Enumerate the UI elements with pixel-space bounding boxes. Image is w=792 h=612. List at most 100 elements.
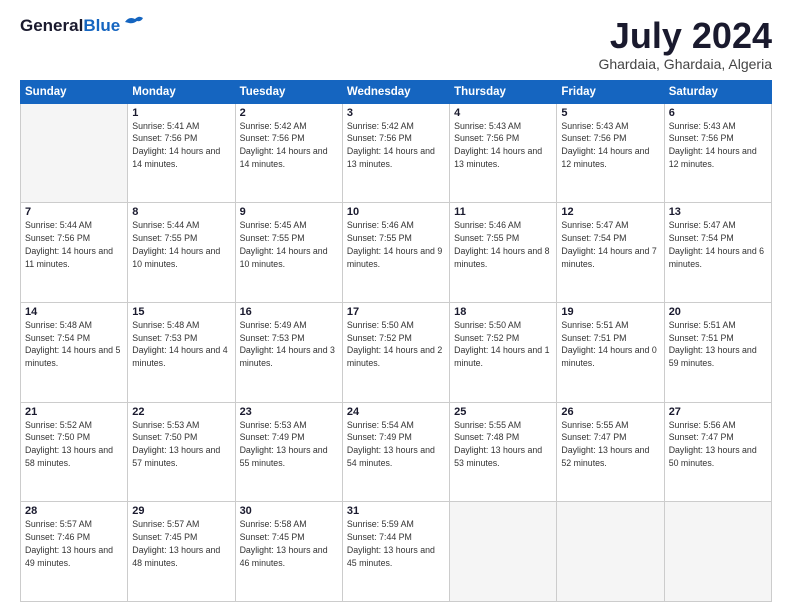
calendar-cell: 21Sunrise: 5:52 AMSunset: 7:50 PMDayligh… bbox=[21, 402, 128, 502]
day-number: 11 bbox=[454, 206, 552, 218]
calendar-week-1: 1Sunrise: 5:41 AMSunset: 7:56 PMDaylight… bbox=[21, 103, 772, 203]
day-number: 5 bbox=[561, 107, 659, 119]
location-subtitle: Ghardaia, Ghardaia, Algeria bbox=[598, 56, 772, 72]
calendar-cell: 19Sunrise: 5:51 AMSunset: 7:51 PMDayligh… bbox=[557, 302, 664, 402]
calendar-cell: 22Sunrise: 5:53 AMSunset: 7:50 PMDayligh… bbox=[128, 402, 235, 502]
day-info: Sunrise: 5:56 AMSunset: 7:47 PMDaylight:… bbox=[669, 419, 767, 470]
day-info: Sunrise: 5:49 AMSunset: 7:53 PMDaylight:… bbox=[240, 319, 338, 370]
calendar-cell: 2Sunrise: 5:42 AMSunset: 7:56 PMDaylight… bbox=[235, 103, 342, 203]
calendar-cell: 5Sunrise: 5:43 AMSunset: 7:56 PMDaylight… bbox=[557, 103, 664, 203]
logo-blue-text: Blue bbox=[83, 16, 120, 36]
day-info: Sunrise: 5:43 AMSunset: 7:56 PMDaylight:… bbox=[669, 120, 767, 171]
calendar-cell: 26Sunrise: 5:55 AMSunset: 7:47 PMDayligh… bbox=[557, 402, 664, 502]
day-info: Sunrise: 5:57 AMSunset: 7:46 PMDaylight:… bbox=[25, 518, 123, 569]
calendar-cell bbox=[21, 103, 128, 203]
calendar-cell: 24Sunrise: 5:54 AMSunset: 7:49 PMDayligh… bbox=[342, 402, 449, 502]
calendar-cell: 23Sunrise: 5:53 AMSunset: 7:49 PMDayligh… bbox=[235, 402, 342, 502]
day-number: 9 bbox=[240, 206, 338, 218]
weekday-header-row: SundayMondayTuesdayWednesdayThursdayFrid… bbox=[21, 80, 772, 103]
weekday-header-monday: Monday bbox=[128, 80, 235, 103]
day-info: Sunrise: 5:51 AMSunset: 7:51 PMDaylight:… bbox=[669, 319, 767, 370]
day-info: Sunrise: 5:43 AMSunset: 7:56 PMDaylight:… bbox=[561, 120, 659, 171]
calendar-cell: 18Sunrise: 5:50 AMSunset: 7:52 PMDayligh… bbox=[450, 302, 557, 402]
day-number: 8 bbox=[132, 206, 230, 218]
day-number: 18 bbox=[454, 306, 552, 318]
day-info: Sunrise: 5:46 AMSunset: 7:55 PMDaylight:… bbox=[454, 219, 552, 270]
day-number: 1 bbox=[132, 107, 230, 119]
day-info: Sunrise: 5:41 AMSunset: 7:56 PMDaylight:… bbox=[132, 120, 230, 171]
page: GeneralBlue July 2024 Ghardaia, Ghardaia… bbox=[0, 0, 792, 612]
calendar-cell: 11Sunrise: 5:46 AMSunset: 7:55 PMDayligh… bbox=[450, 203, 557, 303]
calendar-week-4: 21Sunrise: 5:52 AMSunset: 7:50 PMDayligh… bbox=[21, 402, 772, 502]
day-number: 23 bbox=[240, 406, 338, 418]
day-number: 4 bbox=[454, 107, 552, 119]
calendar-cell bbox=[557, 502, 664, 602]
day-info: Sunrise: 5:50 AMSunset: 7:52 PMDaylight:… bbox=[454, 319, 552, 370]
day-number: 2 bbox=[240, 107, 338, 119]
weekday-header-saturday: Saturday bbox=[664, 80, 771, 103]
day-info: Sunrise: 5:54 AMSunset: 7:49 PMDaylight:… bbox=[347, 419, 445, 470]
day-number: 7 bbox=[25, 206, 123, 218]
calendar-cell: 1Sunrise: 5:41 AMSunset: 7:56 PMDaylight… bbox=[128, 103, 235, 203]
day-info: Sunrise: 5:53 AMSunset: 7:50 PMDaylight:… bbox=[132, 419, 230, 470]
day-number: 30 bbox=[240, 505, 338, 517]
day-number: 27 bbox=[669, 406, 767, 418]
calendar-cell bbox=[664, 502, 771, 602]
calendar-cell: 12Sunrise: 5:47 AMSunset: 7:54 PMDayligh… bbox=[557, 203, 664, 303]
calendar-cell: 30Sunrise: 5:58 AMSunset: 7:45 PMDayligh… bbox=[235, 502, 342, 602]
day-number: 6 bbox=[669, 107, 767, 119]
calendar-cell: 6Sunrise: 5:43 AMSunset: 7:56 PMDaylight… bbox=[664, 103, 771, 203]
calendar-week-2: 7Sunrise: 5:44 AMSunset: 7:56 PMDaylight… bbox=[21, 203, 772, 303]
logo: GeneralBlue bbox=[20, 16, 145, 36]
calendar-week-3: 14Sunrise: 5:48 AMSunset: 7:54 PMDayligh… bbox=[21, 302, 772, 402]
day-info: Sunrise: 5:46 AMSunset: 7:55 PMDaylight:… bbox=[347, 219, 445, 270]
day-number: 22 bbox=[132, 406, 230, 418]
day-info: Sunrise: 5:47 AMSunset: 7:54 PMDaylight:… bbox=[561, 219, 659, 270]
day-number: 31 bbox=[347, 505, 445, 517]
day-info: Sunrise: 5:59 AMSunset: 7:44 PMDaylight:… bbox=[347, 518, 445, 569]
day-info: Sunrise: 5:57 AMSunset: 7:45 PMDaylight:… bbox=[132, 518, 230, 569]
calendar-cell: 31Sunrise: 5:59 AMSunset: 7:44 PMDayligh… bbox=[342, 502, 449, 602]
calendar-cell: 13Sunrise: 5:47 AMSunset: 7:54 PMDayligh… bbox=[664, 203, 771, 303]
weekday-header-friday: Friday bbox=[557, 80, 664, 103]
calendar-cell: 25Sunrise: 5:55 AMSunset: 7:48 PMDayligh… bbox=[450, 402, 557, 502]
calendar-cell: 9Sunrise: 5:45 AMSunset: 7:55 PMDaylight… bbox=[235, 203, 342, 303]
weekday-header-sunday: Sunday bbox=[21, 80, 128, 103]
day-number: 15 bbox=[132, 306, 230, 318]
day-info: Sunrise: 5:48 AMSunset: 7:54 PMDaylight:… bbox=[25, 319, 123, 370]
day-info: Sunrise: 5:51 AMSunset: 7:51 PMDaylight:… bbox=[561, 319, 659, 370]
calendar-cell: 27Sunrise: 5:56 AMSunset: 7:47 PMDayligh… bbox=[664, 402, 771, 502]
day-info: Sunrise: 5:42 AMSunset: 7:56 PMDaylight:… bbox=[240, 120, 338, 171]
day-info: Sunrise: 5:42 AMSunset: 7:56 PMDaylight:… bbox=[347, 120, 445, 171]
month-title: July 2024 bbox=[598, 16, 772, 56]
calendar-table: SundayMondayTuesdayWednesdayThursdayFrid… bbox=[20, 80, 772, 602]
day-info: Sunrise: 5:55 AMSunset: 7:48 PMDaylight:… bbox=[454, 419, 552, 470]
day-number: 26 bbox=[561, 406, 659, 418]
calendar-cell: 14Sunrise: 5:48 AMSunset: 7:54 PMDayligh… bbox=[21, 302, 128, 402]
day-number: 25 bbox=[454, 406, 552, 418]
day-number: 10 bbox=[347, 206, 445, 218]
calendar-cell: 20Sunrise: 5:51 AMSunset: 7:51 PMDayligh… bbox=[664, 302, 771, 402]
calendar-cell: 8Sunrise: 5:44 AMSunset: 7:55 PMDaylight… bbox=[128, 203, 235, 303]
day-info: Sunrise: 5:45 AMSunset: 7:55 PMDaylight:… bbox=[240, 219, 338, 270]
weekday-header-wednesday: Wednesday bbox=[342, 80, 449, 103]
day-info: Sunrise: 5:50 AMSunset: 7:52 PMDaylight:… bbox=[347, 319, 445, 370]
calendar-cell: 29Sunrise: 5:57 AMSunset: 7:45 PMDayligh… bbox=[128, 502, 235, 602]
day-info: Sunrise: 5:44 AMSunset: 7:56 PMDaylight:… bbox=[25, 219, 123, 270]
calendar-cell: 28Sunrise: 5:57 AMSunset: 7:46 PMDayligh… bbox=[21, 502, 128, 602]
logo-general-text: General bbox=[20, 16, 83, 36]
day-number: 14 bbox=[25, 306, 123, 318]
day-number: 19 bbox=[561, 306, 659, 318]
calendar-cell bbox=[450, 502, 557, 602]
day-info: Sunrise: 5:43 AMSunset: 7:56 PMDaylight:… bbox=[454, 120, 552, 171]
calendar-cell: 16Sunrise: 5:49 AMSunset: 7:53 PMDayligh… bbox=[235, 302, 342, 402]
day-info: Sunrise: 5:52 AMSunset: 7:50 PMDaylight:… bbox=[25, 419, 123, 470]
day-info: Sunrise: 5:47 AMSunset: 7:54 PMDaylight:… bbox=[669, 219, 767, 270]
day-number: 29 bbox=[132, 505, 230, 517]
calendar-cell: 7Sunrise: 5:44 AMSunset: 7:56 PMDaylight… bbox=[21, 203, 128, 303]
day-info: Sunrise: 5:58 AMSunset: 7:45 PMDaylight:… bbox=[240, 518, 338, 569]
day-number: 24 bbox=[347, 406, 445, 418]
day-number: 3 bbox=[347, 107, 445, 119]
day-number: 16 bbox=[240, 306, 338, 318]
logo-bird-icon bbox=[123, 14, 145, 30]
